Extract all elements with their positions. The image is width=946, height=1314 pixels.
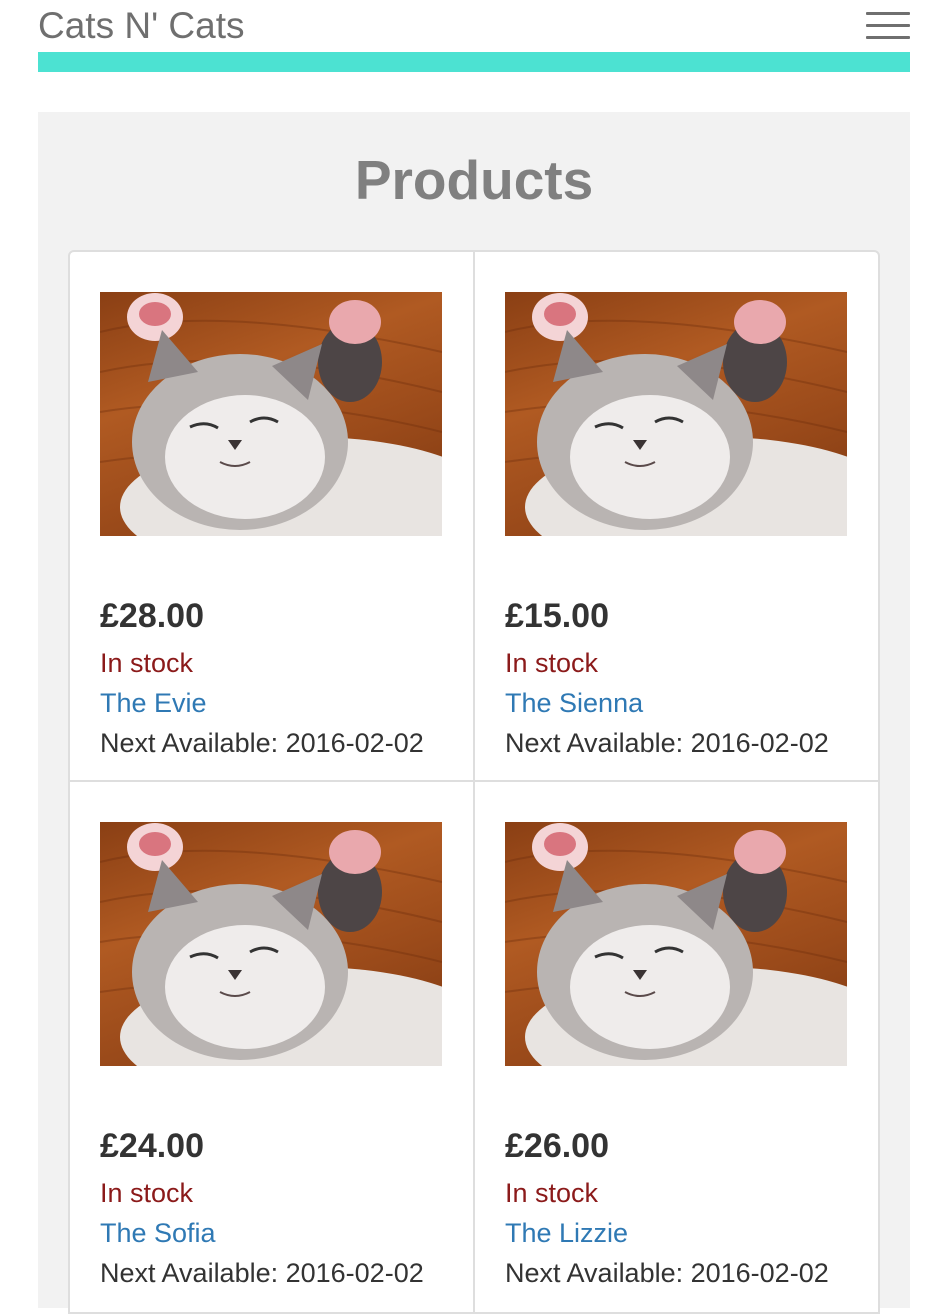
products-section: Products £28.00 In stock The Evie Next A… [38,112,910,1314]
kitten-photo[interactable] [100,822,442,1066]
kitten-photo[interactable] [505,822,847,1066]
next-available: Next Available: 2016-02-02 [100,728,424,758]
product-name-link[interactable]: The Lizzie [505,1218,628,1249]
product-card: £28.00 In stock The Evie Next Available:… [68,250,474,782]
stock-status: In stock [100,1178,194,1208]
stock-status: In stock [505,1178,599,1208]
product-price: £28.00 [100,597,204,635]
page-title: Products [354,149,594,211]
kitten-photo[interactable] [100,292,442,536]
product-name-link[interactable]: The Sienna [505,688,643,719]
menu-line [866,12,910,15]
brand-logo[interactable]: Cats N' Cats [38,4,245,48]
product-price: £26.00 [505,1127,609,1165]
product-card: £24.00 In stock The Sofia Next Available… [68,782,474,1314]
product-name-link[interactable]: The Sofia [100,1218,216,1249]
menu-line [866,36,910,39]
product-card: £15.00 In stock The Sienna Next Availabl… [474,250,880,782]
next-available: Next Available: 2016-02-02 [100,1258,424,1288]
stock-status: In stock [505,648,599,678]
stock-status: In stock [100,648,194,678]
menu-line [866,24,910,27]
product-card: £26.00 In stock The Lizzie Next Availabl… [474,782,880,1314]
accent-bar [38,52,910,72]
kitten-photo[interactable] [505,292,847,536]
product-grid: £28.00 In stock The Evie Next Available:… [68,250,880,1314]
next-available: Next Available: 2016-02-02 [505,1258,829,1288]
product-price: £24.00 [100,1127,204,1165]
product-name-link[interactable]: The Evie [100,688,207,719]
next-available: Next Available: 2016-02-02 [505,728,829,758]
site-header: Cats N' Cats [38,0,910,72]
hamburger-menu-icon[interactable] [866,10,910,42]
product-price: £15.00 [505,597,609,635]
